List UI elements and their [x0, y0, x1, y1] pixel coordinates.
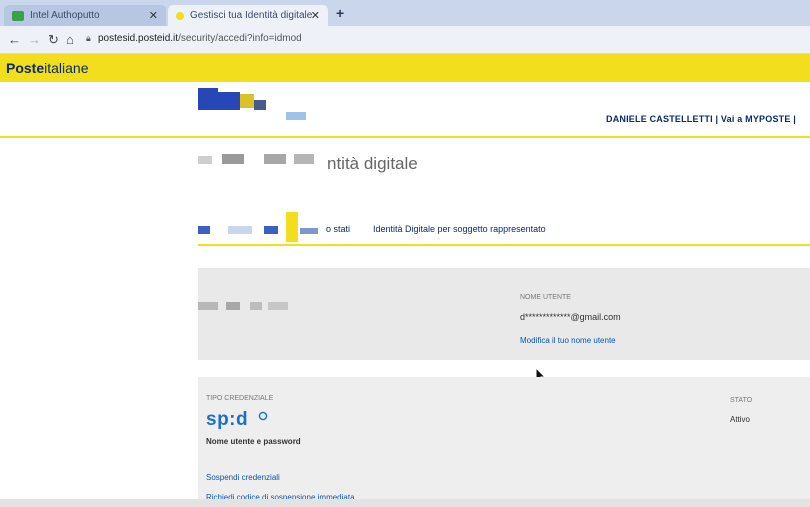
- address-bar: ← → ↻ ⌂ 🔒︎ postesid.posteid.it/security/…: [0, 26, 810, 54]
- bottom-scroll-strip: [0, 499, 810, 507]
- site-subheader: [198, 82, 810, 138]
- username-value: d*************@gmail.com: [520, 312, 621, 322]
- pixelated-user-name: [198, 302, 298, 312]
- forward-arrow-icon[interactable]: →: [28, 32, 41, 47]
- logo-regular: italiane: [44, 60, 89, 76]
- header-divider: [0, 136, 198, 138]
- suspend-credentials-link[interactable]: Sospendi credenziali: [206, 473, 280, 482]
- browser-tab-1[interactable]: Intel Authoputto ✕: [4, 5, 166, 26]
- tab-favicon-icon: [12, 10, 24, 21]
- username-label: NOME UTENTE: [520, 294, 571, 301]
- url-host: postesid.posteid.it: [98, 33, 179, 44]
- pixelated-nav: [198, 212, 328, 242]
- close-tab-icon[interactable]: ✕: [149, 9, 158, 22]
- page-title: ntità digitale: [327, 154, 418, 173]
- spid-logo-icon: [258, 411, 268, 421]
- browser-tab-2[interactable]: Gestisci tua Identità digitale ✕: [168, 5, 328, 26]
- credentials-panel: TIPO CREDENZIALE sp:d Nome utente e pass…: [198, 377, 810, 507]
- spid-logo: sp:d: [206, 409, 249, 430]
- home-icon[interactable]: ⌂: [66, 32, 74, 47]
- tab-label: Gestisci tua Identità digitale: [190, 10, 313, 21]
- subnav-link-identita-soggetto[interactable]: Identità Digitale per soggetto rappresen…: [373, 224, 546, 234]
- browser-tab-bar: Intel Authoputto ✕ Gestisci tua Identità…: [0, 0, 810, 26]
- tab-label: Intel Authoputto: [30, 10, 100, 21]
- close-tab-icon[interactable]: ✕: [311, 9, 320, 22]
- credential-type-label: TIPO CREDENZIALE: [206, 395, 274, 402]
- new-tab-button[interactable]: +: [336, 5, 344, 21]
- state-label: STATO: [730, 397, 753, 404]
- lock-icon[interactable]: 🔒︎: [86, 33, 91, 44]
- pixelated-title: [198, 152, 326, 172]
- subnav-link-stati[interactable]: o stati: [326, 224, 350, 234]
- sub-navigation: o stati Identità Digitale per soggetto r…: [198, 212, 810, 246]
- logo-bold: Poste: [6, 60, 45, 76]
- tab-favicon-icon: [176, 11, 184, 20]
- credential-type: Nome utente e password: [206, 437, 301, 446]
- poste-logo[interactable]: Posteitaliane: [6, 60, 89, 76]
- back-arrow-icon[interactable]: ←: [8, 32, 21, 47]
- edit-username-link[interactable]: Modifica il tuo nome utente: [520, 336, 616, 345]
- user-links[interactable]: DANIELE CASTELLETTI | Vai a MYPOSTE |: [606, 114, 796, 124]
- site-header-bar: Posteitaliane: [0, 54, 810, 82]
- user-panel: NOME UTENTE d*************@gmail.com Mod…: [198, 268, 810, 360]
- state-value: Attivo: [730, 415, 751, 424]
- url-path: /security/accedi?info=idmod: [178, 33, 302, 44]
- reload-icon[interactable]: ↻: [48, 32, 59, 48]
- url-field[interactable]: postesid.posteid.it/security/accedi?info…: [98, 33, 302, 44]
